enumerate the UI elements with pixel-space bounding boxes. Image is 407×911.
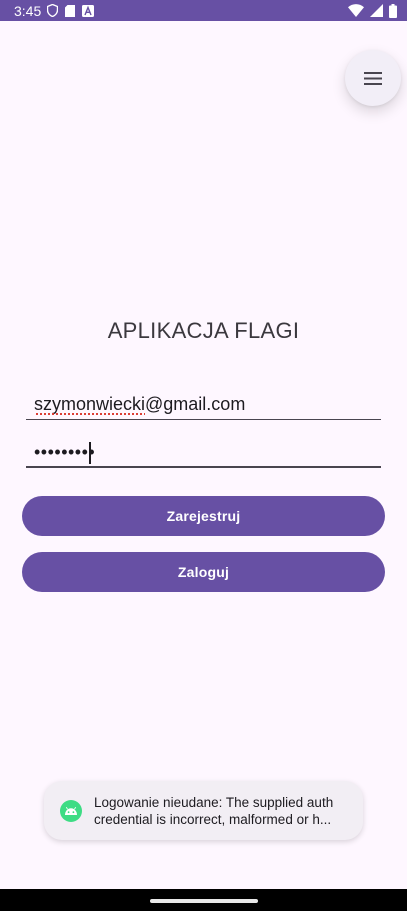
login-button[interactable]: Zaloguj bbox=[22, 552, 385, 592]
password-field[interactable] bbox=[26, 438, 381, 466]
wifi-icon bbox=[348, 4, 364, 17]
android-icon bbox=[60, 799, 82, 822]
toast-line-1: Logowanie nieudane: The supplied auth bbox=[94, 794, 334, 810]
toast-message: Logowanie nieudane: The supplied auth cr… bbox=[44, 781, 363, 840]
app-title: APLIKACJA FLAGI bbox=[107, 318, 300, 343]
status-left-icons bbox=[47, 4, 95, 17]
register-button[interactable]: Zarejestruj bbox=[22, 496, 385, 536]
signal-icon bbox=[370, 4, 383, 17]
text-cursor bbox=[89, 442, 91, 464]
email-field-container bbox=[26, 390, 381, 420]
menu-button[interactable] bbox=[345, 50, 401, 106]
toast-line-2: credential is incorrect, malformed or h.… bbox=[94, 811, 332, 827]
shield-icon bbox=[47, 4, 59, 17]
battery-icon bbox=[389, 3, 397, 18]
home-gesture-handle[interactable] bbox=[150, 899, 258, 903]
password-field-container bbox=[26, 438, 381, 468]
sim-card-icon bbox=[65, 4, 76, 17]
font-a-icon bbox=[82, 4, 95, 17]
status-bar: 3:45 bbox=[0, 0, 407, 21]
email-field[interactable] bbox=[26, 390, 381, 419]
hamburger-menu-icon bbox=[364, 71, 382, 85]
navigation-bar bbox=[0, 889, 407, 911]
status-time: 3:45 bbox=[14, 2, 42, 19]
toast-text: Logowanie nieudane: The supplied auth cr… bbox=[94, 794, 333, 828]
status-right-icons bbox=[348, 3, 397, 18]
